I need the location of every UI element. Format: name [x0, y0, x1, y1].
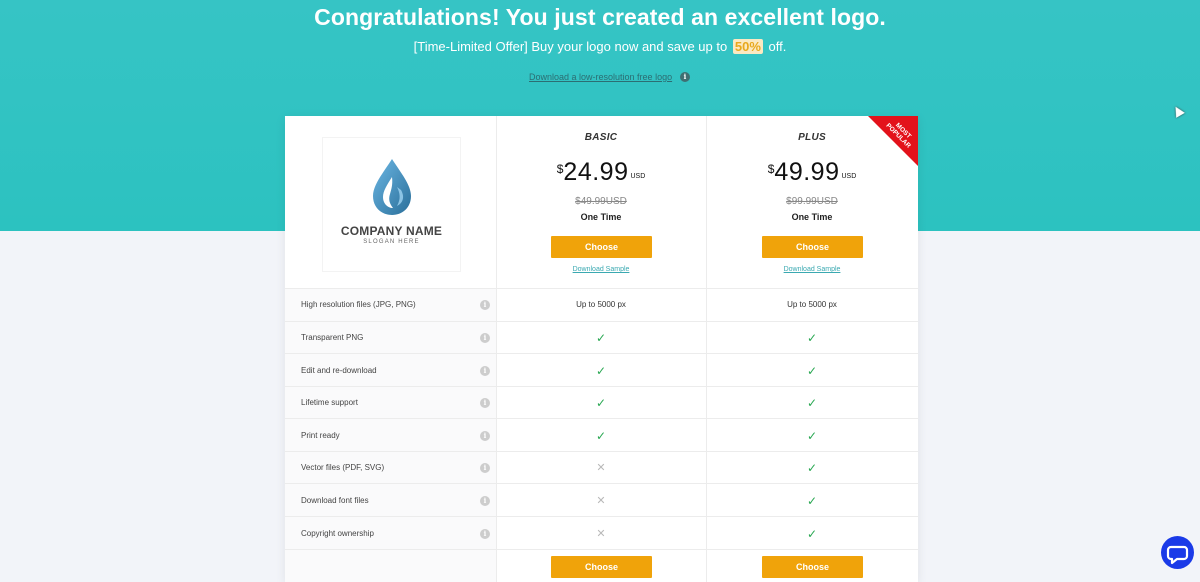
choose-basic-button[interactable]: Choose [551, 236, 652, 258]
plan-name: BASIC [584, 132, 618, 143]
feature-label: Download font files [301, 495, 369, 505]
feature-label: High resolution files (JPG, PNG) [301, 300, 416, 310]
currency-symbol: $ [556, 162, 564, 176]
offer-prefix: [Time-Limited Offer] Buy your logo now a… [413, 39, 728, 54]
choose-plus-button[interactable]: Choose [762, 236, 863, 258]
divider [285, 483, 918, 484]
info-icon[interactable]: i [480, 365, 490, 376]
company-name: COMPANY NAME [340, 224, 443, 238]
checkmark-icon: ✓ [806, 330, 818, 345]
pricing-card: COMPANY NAME SLOGAN HERE BASIC $24.99 USD… [285, 116, 918, 582]
feature-label: Vector files (PDF, SVG) [301, 463, 385, 473]
billing-type: One Time [791, 212, 833, 222]
currency-symbol: $ [767, 162, 775, 176]
billing-type: One Time [580, 212, 622, 222]
old-price: $99.99USD [786, 196, 838, 207]
offer-text: [Time-Limited Offer] Buy your logo now a… [0, 39, 1200, 54]
checkmark-icon: ✓ [806, 428, 818, 443]
price-amount: 49.99 [774, 158, 840, 186]
checkmark-icon: ✓ [806, 493, 818, 508]
offer-suffix: off. [768, 39, 787, 54]
most-popular-ribbon: MOSTPOPULAR [868, 116, 918, 166]
info-icon[interactable]: i [480, 528, 490, 539]
mouse-cursor-icon [1171, 104, 1185, 118]
feature-label: Lifetime support [301, 398, 358, 408]
info-icon[interactable]: i [680, 72, 690, 82]
download-sample-link[interactable]: Download Sample [496, 266, 706, 273]
checkmark-icon: ✓ [806, 526, 818, 541]
logo-preview: COMPANY NAME SLOGAN HERE [323, 138, 460, 271]
feature-label: Transparent PNG [301, 332, 364, 342]
divider [285, 549, 918, 550]
feature-value: Up to 5000 px [576, 300, 626, 310]
offer-percent-badge: 50% [732, 39, 763, 54]
old-price: $49.99USD [575, 196, 627, 207]
checkmark-icon: ✓ [806, 461, 818, 476]
divider [285, 418, 918, 419]
feature-label: Print ready [301, 430, 340, 440]
slogan: SLOGAN HERE [363, 239, 420, 245]
feature-label: Edit and re-download [301, 365, 377, 375]
cross-icon: ✕ [596, 494, 606, 507]
choose-plus-bottom-button[interactable]: Choose [762, 556, 863, 578]
divider [285, 451, 918, 452]
checkmark-icon: ✓ [595, 396, 607, 411]
divider [285, 353, 918, 354]
info-icon[interactable]: i [480, 332, 490, 343]
checkmark-icon: ✓ [595, 428, 607, 443]
info-icon[interactable]: i [480, 430, 490, 441]
feature-label: Copyright ownership [301, 528, 374, 538]
price-amount: 24.99 [563, 158, 629, 186]
plan-basic: BASIC $24.99 USD $49.99USD One Time Choos… [496, 116, 706, 288]
checkmark-icon: ✓ [595, 363, 607, 378]
water-drop-icon [371, 157, 413, 217]
page-title: Congratulations! You just created an exc… [314, 4, 886, 30]
divider [285, 321, 918, 322]
cross-icon: ✕ [596, 527, 606, 540]
download-sample-link[interactable]: Download Sample [707, 266, 917, 273]
download-free-logo-link[interactable]: Download a low-resolution free logo [529, 72, 672, 82]
checkmark-icon: ✓ [595, 330, 607, 345]
divider [285, 288, 918, 289]
info-icon[interactable]: i [480, 495, 490, 506]
checkmark-icon: ✓ [806, 363, 818, 378]
feature-value: Up to 5000 px [787, 300, 837, 310]
cross-icon: ✕ [596, 462, 606, 475]
checkmark-icon: ✓ [806, 396, 818, 411]
chat-bubble-icon[interactable] [1161, 536, 1194, 569]
currency-code: USD [841, 173, 857, 180]
currency-code: USD [630, 173, 646, 180]
divider [285, 516, 918, 517]
plan-price: $24.99 USD [496, 158, 706, 187]
divider [285, 386, 918, 387]
choose-basic-bottom-button[interactable]: Choose [551, 556, 652, 578]
